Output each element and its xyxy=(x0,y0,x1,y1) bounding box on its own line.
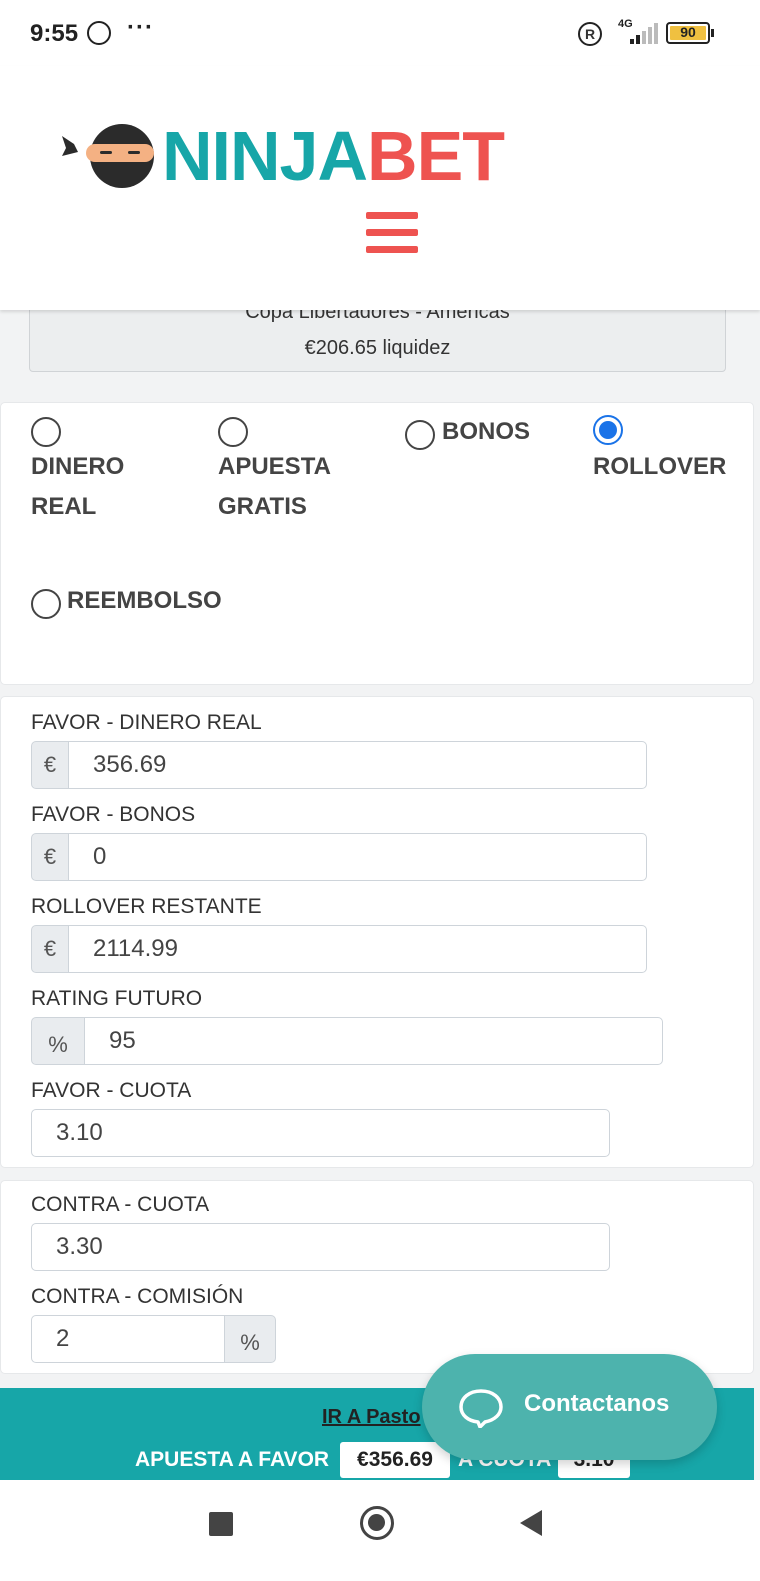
bet-amount-badge: €356.69 xyxy=(340,1442,450,1478)
bet-type-panel: DINERO REAL APUESTA GRATIS BONOS ROLLOVER … xyxy=(0,402,754,685)
label-bonos[interactable]: BONOS xyxy=(442,412,530,452)
favor-cuota-label: FAVOR - CUOTA xyxy=(31,1079,192,1102)
contactanos-label: Contactanos xyxy=(524,1390,670,1417)
back-icon[interactable] xyxy=(520,1510,542,1536)
site-header: NINJABET xyxy=(0,66,760,310)
rollover-restante-input[interactable]: 2114.99 xyxy=(68,925,647,973)
contra-panel: CONTRA - CUOTA 3.30 CONTRA - COMISIÓN 2 … xyxy=(0,1180,754,1374)
favor-bonos-input[interactable]: 0 xyxy=(68,833,647,881)
battery-icon: 90 xyxy=(666,22,710,44)
contra-cuota-input[interactable]: 3.30 xyxy=(31,1223,610,1271)
liquidity-text: €206.65 liquidez xyxy=(304,337,451,359)
rating-futuro-input[interactable]: 95 xyxy=(84,1017,663,1065)
radio-bonos[interactable] xyxy=(405,420,435,450)
percent-addon: % xyxy=(224,1315,276,1363)
ninja-head-icon xyxy=(62,124,154,188)
chat-bubble-icon xyxy=(459,1389,503,1428)
rollover-restante-label: ROLLOVER RESTANTE xyxy=(31,895,262,918)
ninjabet-logo[interactable]: NINJABET xyxy=(62,121,505,191)
status-bar: 9:55 ··· R 4G 90 xyxy=(0,0,760,66)
home-icon[interactable] xyxy=(360,1506,394,1540)
contra-comision-label: CONTRA - COMISIÓN xyxy=(31,1285,244,1308)
contra-cuota-label: CONTRA - CUOTA xyxy=(31,1193,210,1216)
label-apuesta-gratis[interactable]: APUESTA GRATIS xyxy=(218,447,331,527)
radio-dinero-real[interactable] xyxy=(31,417,61,447)
favor-panel: FAVOR - DINERO REAL € 356.69 FAVOR - BON… xyxy=(0,696,754,1168)
favor-cuota-input[interactable]: 3.10 xyxy=(31,1109,610,1157)
menu-icon[interactable] xyxy=(366,212,418,254)
more-notifications-icon: ··· xyxy=(127,14,154,41)
currency-addon: € xyxy=(31,741,69,789)
battery-level: 90 xyxy=(680,24,696,40)
label-reembolso[interactable]: REEMBOLSO xyxy=(67,581,222,621)
percent-addon: % xyxy=(31,1017,85,1065)
radio-rollover[interactable] xyxy=(593,415,623,445)
label-rollover[interactable]: ROLLOVER xyxy=(593,447,726,487)
signal-icon xyxy=(630,22,658,44)
radio-reembolso[interactable] xyxy=(31,589,61,619)
currency-addon: € xyxy=(31,833,69,881)
logo-text: NINJABET xyxy=(162,117,505,195)
radio-apuesta-gratis[interactable] xyxy=(218,417,248,447)
contactanos-button[interactable]: Contactanos xyxy=(422,1354,717,1460)
favor-dinero-real-label: FAVOR - DINERO REAL xyxy=(31,711,262,734)
favor-dinero-real-input[interactable]: 356.69 xyxy=(68,741,647,789)
contra-comision-input[interactable]: 2 xyxy=(31,1315,225,1363)
label-dinero-real[interactable]: DINERO REAL xyxy=(31,447,124,527)
whatsapp-icon xyxy=(87,21,111,45)
system-nav-bar xyxy=(0,1480,760,1581)
status-time: 9:55 xyxy=(30,20,79,47)
rating-futuro-label: RATING FUTURO xyxy=(31,987,203,1010)
currency-addon: € xyxy=(31,925,69,973)
registered-icon: R xyxy=(578,22,602,46)
favor-bonos-label: FAVOR - BONOS xyxy=(31,803,196,826)
apuesta-favor-label: APUESTA A FAVOR xyxy=(135,1448,330,1471)
recent-apps-icon[interactable] xyxy=(209,1512,233,1536)
ir-a-pasto-link[interactable]: IR A Pasto xyxy=(322,1406,421,1429)
